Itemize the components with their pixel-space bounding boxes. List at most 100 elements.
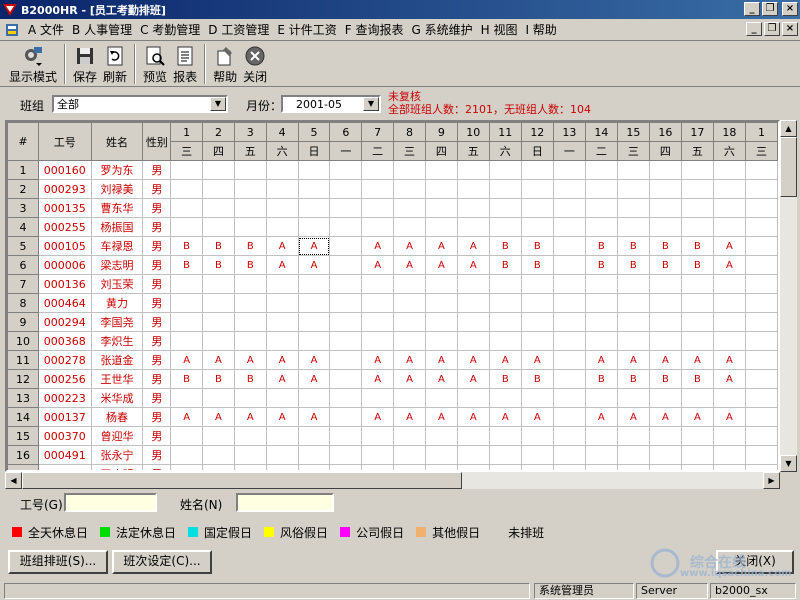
col-header-day[interactable]: 15 [616, 122, 650, 142]
shift-cell[interactable] [265, 426, 299, 446]
shift-cell[interactable]: A [393, 350, 426, 370]
child-minimize-icon[interactable]: _ [746, 22, 762, 36]
shift-cell[interactable] [552, 369, 586, 389]
shift-cell[interactable]: A [297, 350, 331, 370]
shift-cell[interactable] [361, 274, 395, 294]
shift-cell[interactable] [393, 331, 426, 351]
table-row[interactable]: 6 000006 梁志明男 B B B A A A A A A B B B B B B A [7, 255, 778, 275]
employee-id-input[interactable] [64, 493, 157, 512]
shift-cell[interactable] [520, 217, 554, 237]
horizontal-scrollbar[interactable]: ◀ ▶ [5, 472, 780, 489]
shift-cell[interactable] [552, 388, 586, 408]
employee-id-cell[interactable]: 000293 [38, 179, 92, 199]
shift-cell[interactable]: A [265, 255, 299, 275]
table-row[interactable]: 8 000464 黄力男 [7, 293, 778, 313]
col-header-day[interactable]: 9 [424, 122, 458, 142]
shift-cell[interactable] [329, 407, 363, 427]
col-header-day[interactable]: 10 [456, 122, 490, 142]
shift-cell[interactable] [712, 274, 746, 294]
shift-cell[interactable] [744, 388, 778, 408]
shift-cell[interactable] [329, 445, 363, 465]
shift-cell[interactable] [744, 369, 778, 389]
close-button[interactable]: 关闭 [240, 44, 270, 86]
shift-cell[interactable]: A [584, 407, 618, 427]
shift-cell[interactable] [680, 312, 714, 332]
shift-cell[interactable] [424, 426, 458, 446]
shift-cell[interactable] [520, 445, 554, 465]
shift-cell[interactable] [329, 274, 363, 294]
shift-cell[interactable] [584, 331, 618, 351]
gender-cell[interactable]: 男 [142, 160, 172, 180]
shift-cell[interactable] [744, 236, 778, 256]
gender-cell[interactable]: 男 [142, 198, 172, 218]
shift-cell[interactable] [170, 464, 204, 470]
shift-cell[interactable] [424, 198, 458, 218]
shift-cell[interactable] [361, 160, 395, 180]
shift-cell[interactable] [329, 179, 363, 199]
employee-name-cell[interactable]: 李炽生 [90, 331, 144, 351]
shift-cell[interactable] [297, 293, 331, 313]
shift-cell[interactable]: A [488, 407, 522, 427]
col-header-day[interactable]: 4 [265, 122, 299, 142]
shift-cell[interactable] [265, 331, 299, 351]
shift-cell[interactable] [233, 464, 267, 470]
shift-cell[interactable] [648, 445, 682, 465]
shift-cell[interactable] [648, 274, 682, 294]
shift-cell[interactable] [297, 331, 331, 351]
shift-cell[interactable] [424, 445, 458, 465]
gender-cell[interactable]: 男 [142, 369, 172, 389]
shift-cell[interactable] [648, 160, 682, 180]
shift-cell[interactable] [488, 445, 522, 465]
shift-cell[interactable] [456, 179, 490, 199]
shift-cell[interactable] [361, 445, 395, 465]
shift-cell[interactable] [488, 388, 522, 408]
shift-cell[interactable]: B [170, 369, 204, 389]
shift-cell[interactable]: A [520, 407, 554, 427]
shift-cell[interactable] [202, 293, 235, 313]
shift-cell[interactable] [297, 198, 331, 218]
col-header-gender[interactable]: 性别 [142, 122, 172, 161]
table-row[interactable]: 1 000160 罗为东男 [7, 160, 778, 180]
shift-cell[interactable] [520, 388, 554, 408]
shift-cell[interactable] [616, 160, 650, 180]
menu-hr[interactable]: B 人事管理 [68, 21, 136, 38]
col-header-day[interactable]: 12 [520, 122, 554, 142]
shift-cell[interactable] [265, 274, 299, 294]
employee-name-cell[interactable]: 黄力 [90, 293, 144, 313]
shift-cell[interactable] [297, 160, 331, 180]
shift-cell[interactable]: B [488, 369, 522, 389]
shift-cell[interactable] [361, 293, 395, 313]
shift-cell[interactable]: A [361, 407, 395, 427]
shift-cell[interactable] [520, 198, 554, 218]
shift-cell[interactable] [456, 198, 490, 218]
shift-cell[interactable] [616, 388, 650, 408]
employee-name-cell[interactable]: 罗为东 [90, 160, 144, 180]
table-row[interactable]: 17000449王广明男 [7, 464, 778, 470]
shift-cell[interactable] [424, 160, 458, 180]
shift-cell[interactable]: A [424, 369, 458, 389]
shift-cell[interactable] [393, 179, 426, 199]
employee-name-cell[interactable]: 张道金 [90, 350, 144, 370]
table-row[interactable]: 4 000255 杨振国男 [7, 217, 778, 237]
shift-cell[interactable] [648, 179, 682, 199]
col-header-day[interactable]: 5 [297, 122, 331, 142]
shift-cell[interactable] [265, 445, 299, 465]
shift-cell[interactable]: A [584, 350, 618, 370]
preview-button[interactable]: 预览 [140, 44, 170, 86]
shift-cell[interactable]: A [265, 369, 299, 389]
shift-cell[interactable]: B [488, 236, 522, 256]
schedule-grid[interactable]: # 工号 姓名 性别 1 2 3 4 5 6 7 8 9 10 11 12 13 14 15 16 17 18 1 三四五六日… [5, 120, 780, 472]
shift-cell[interactable] [393, 388, 426, 408]
shift-cell[interactable]: A [616, 350, 650, 370]
shift-cell[interactable] [393, 274, 426, 294]
shift-cell[interactable] [361, 217, 395, 237]
shift-cell[interactable] [297, 179, 331, 199]
employee-name-cell[interactable]: 王广明 [90, 464, 144, 470]
shift-cell[interactable] [170, 388, 204, 408]
shift-cell[interactable]: A [712, 350, 746, 370]
employee-id-cell[interactable]: 000006 [38, 255, 92, 275]
shift-cell[interactable] [456, 293, 490, 313]
gender-cell[interactable]: 男 [142, 331, 172, 351]
employee-id-cell[interactable]: 000278 [38, 350, 92, 370]
gender-cell[interactable]: 男 [142, 464, 172, 470]
